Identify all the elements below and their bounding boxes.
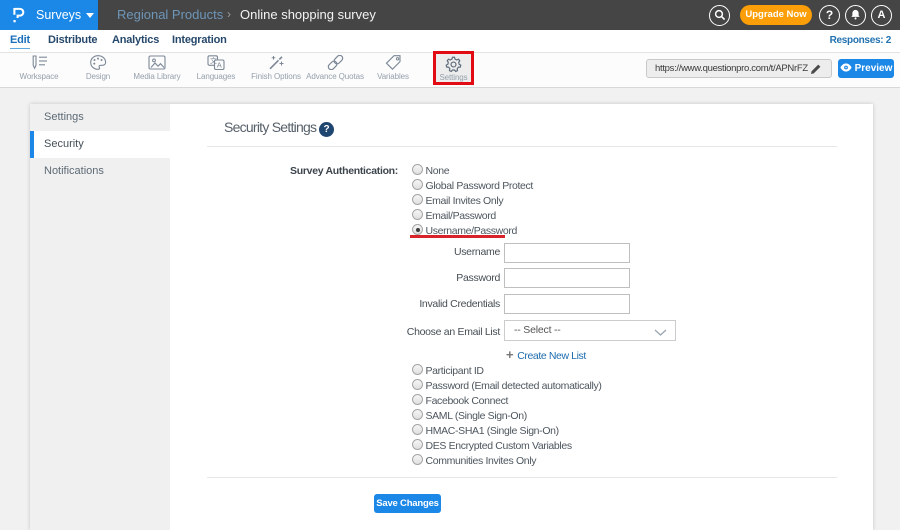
- svg-text:A: A: [217, 61, 222, 70]
